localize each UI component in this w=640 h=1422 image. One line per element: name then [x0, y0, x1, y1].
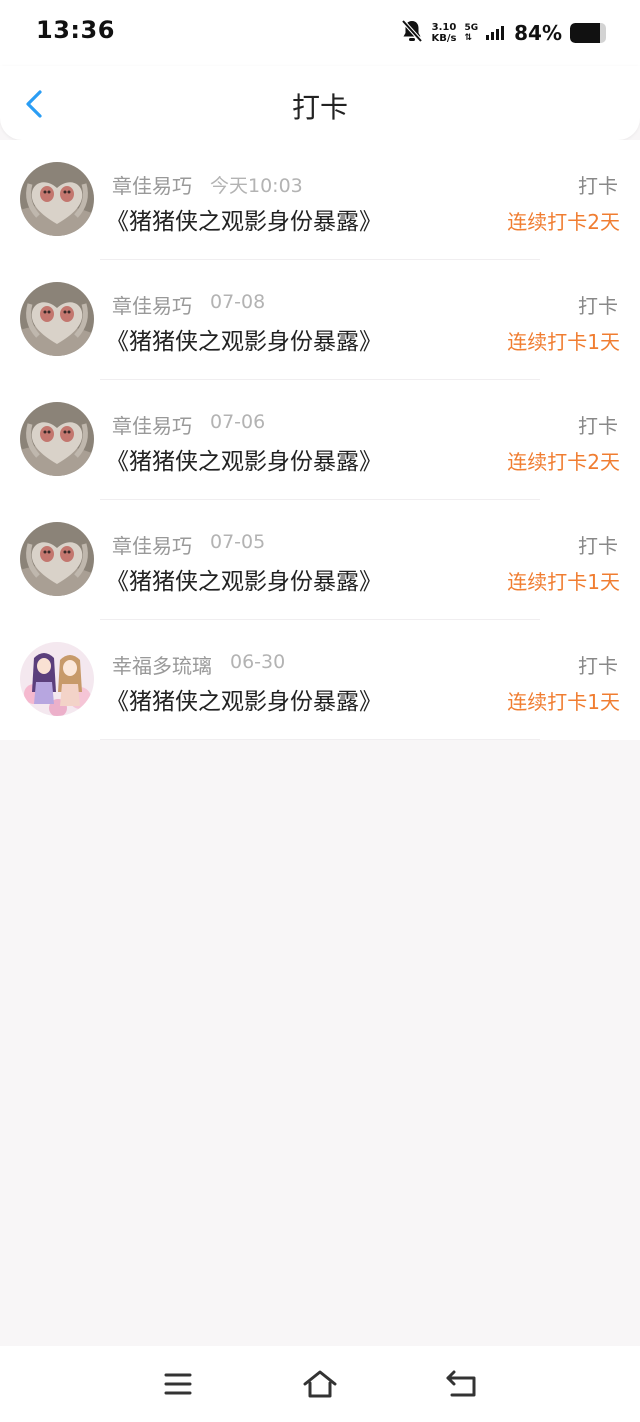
streak-label: 连续打卡1天	[507, 570, 620, 594]
type-label: 打卡	[578, 654, 618, 678]
data-arrows-icon: ⇅	[464, 33, 473, 43]
system-nav-bar	[0, 1346, 640, 1422]
checkin-title: 《猪猪侠之观影身份暴露》	[106, 329, 382, 355]
status-bar: 13:36 3.10 KB/s 5G ⇅ 84%	[0, 0, 640, 66]
menu-button[interactable]	[160, 1366, 196, 1402]
status-time: 13:36	[36, 16, 115, 44]
type-label: 打卡	[578, 414, 618, 438]
battery-fill	[570, 23, 601, 43]
user-name[interactable]: 章佳易巧	[112, 530, 192, 559]
back-nav-button[interactable]	[444, 1366, 480, 1402]
checkin-title: 《猪猪侠之观影身份暴露》	[106, 449, 382, 475]
battery-percent: 84%	[514, 21, 562, 45]
type-label: 打卡	[578, 294, 618, 318]
net-speed: 3.10 KB/s	[431, 22, 456, 44]
monkeys-avatar[interactable]	[20, 522, 94, 596]
user-name[interactable]: 章佳易巧	[112, 290, 192, 319]
header: 打卡	[0, 66, 640, 140]
post-time: 06-30	[230, 651, 286, 673]
list-item[interactable]: 章佳易巧 今天10:03 《猪猪侠之观影身份暴露》 打卡 连续打卡2天	[0, 140, 640, 260]
net-speed-unit: KB/s	[431, 33, 457, 44]
network-type-label: 5G	[464, 23, 479, 33]
monkeys-avatar[interactable]	[20, 402, 94, 476]
streak-label: 连续打卡1天	[507, 330, 620, 354]
bell-muted-icon	[401, 19, 423, 47]
home-button[interactable]	[302, 1366, 338, 1402]
list-item[interactable]: 章佳易巧 07-06 《猪猪侠之观影身份暴露》 打卡 连续打卡2天	[0, 380, 640, 500]
checkin-title: 《猪猪侠之观影身份暴露》	[106, 689, 382, 715]
post-time: 07-08	[210, 291, 266, 313]
network-type: 5G ⇅	[464, 23, 478, 43]
page-title: 打卡	[291, 91, 348, 124]
list-item[interactable]: 章佳易巧 07-08 《猪猪侠之观影身份暴露》 打卡 连续打卡1天	[0, 260, 640, 380]
list-item[interactable]: 章佳易巧 07-05 《猪猪侠之观影身份暴露》 打卡 连续打卡1天	[0, 500, 640, 620]
monkeys-avatar[interactable]	[20, 162, 94, 236]
net-speed-value: 3.10	[431, 22, 457, 33]
signal-icon	[486, 26, 505, 40]
checkin-title: 《猪猪侠之观影身份暴露》	[106, 569, 382, 595]
list-item[interactable]: 幸福多琉璃 06-30 《猪猪侠之观影身份暴露》 打卡 连续打卡1天	[0, 620, 640, 740]
type-label: 打卡	[578, 534, 618, 558]
streak-label: 连续打卡2天	[507, 210, 620, 234]
streak-label: 连续打卡1天	[507, 690, 620, 714]
monkeys-avatar[interactable]	[20, 282, 94, 356]
user-name[interactable]: 章佳易巧	[112, 410, 192, 439]
anime-girls-avatar[interactable]	[20, 642, 94, 716]
type-label: 打卡	[578, 174, 618, 198]
battery-icon	[570, 23, 606, 43]
user-name[interactable]: 幸福多琉璃	[112, 650, 212, 679]
streak-label: 连续打卡2天	[507, 450, 620, 474]
checkin-list: 章佳易巧 今天10:03 《猪猪侠之观影身份暴露》 打卡 连续打卡2天 章佳易巧…	[0, 140, 640, 740]
status-icons: 3.10 KB/s 5G ⇅ 84%	[401, 18, 606, 48]
post-time: 07-05	[210, 531, 266, 553]
checkin-title: 《猪猪侠之观影身份暴露》	[106, 209, 382, 235]
back-icon	[446, 1370, 476, 1397]
post-time: 今天10:03	[210, 175, 303, 197]
post-time: 07-06	[210, 411, 266, 433]
home-icon	[303, 1370, 337, 1398]
menu-icon	[164, 1373, 192, 1395]
user-name[interactable]: 章佳易巧	[112, 170, 192, 199]
